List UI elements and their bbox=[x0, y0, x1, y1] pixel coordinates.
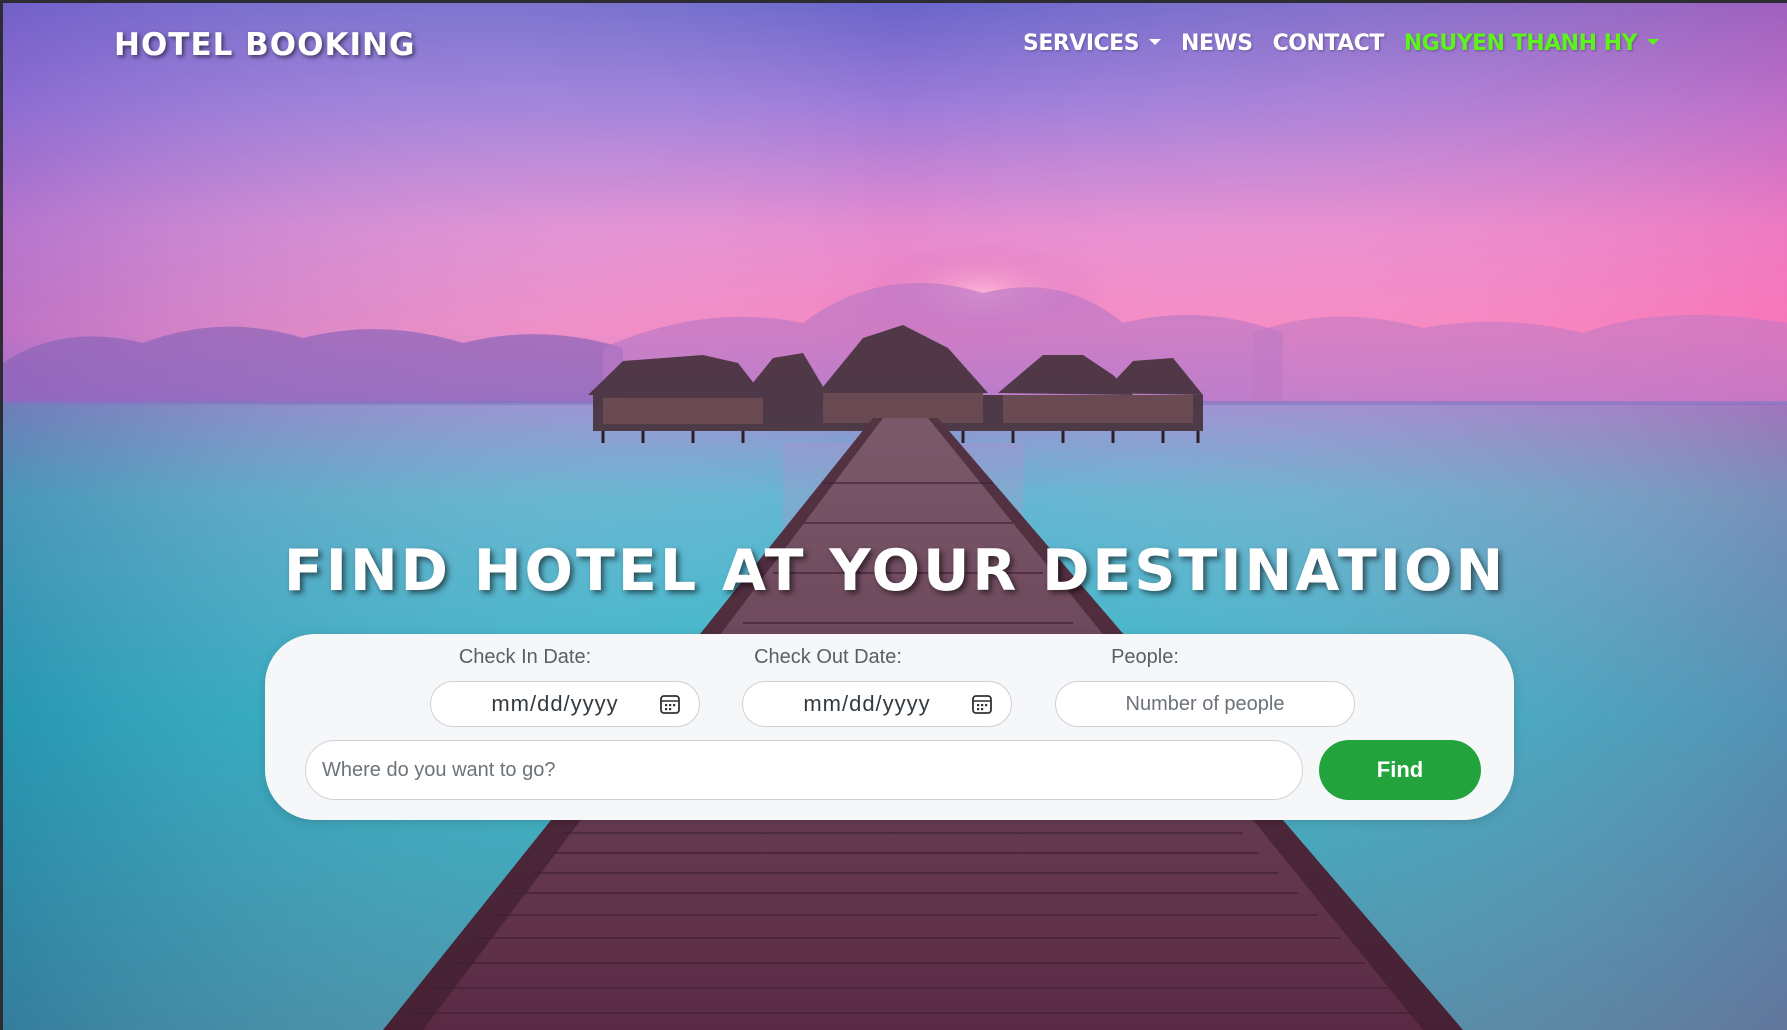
people-placeholder: Number of people bbox=[1125, 692, 1285, 715]
check-out-label: Check Out Date: bbox=[754, 646, 902, 668]
find-button[interactable]: Find bbox=[1319, 740, 1481, 800]
calendar-icon[interactable] bbox=[971, 693, 993, 715]
check-out-date-input[interactable]: mm/dd/yyyy bbox=[742, 681, 1012, 727]
nav-user-menu[interactable]: NGUYEN THANH HY bbox=[1394, 31, 1669, 56]
nav-news[interactable]: NEWS bbox=[1171, 31, 1263, 56]
chevron-down-icon bbox=[1149, 38, 1162, 45]
check-in-date-value: mm/dd/yyyy bbox=[491, 691, 619, 716]
people-input[interactable]: Number of people bbox=[1055, 681, 1355, 727]
nav-contact-label: CONTACT bbox=[1272, 31, 1385, 56]
app-window: HOTEL BOOKING SERVICES NEWS CONTACT NGUY… bbox=[3, 3, 1787, 1030]
main-nav: SERVICES NEWS CONTACT NGUYEN THANH HY bbox=[1013, 31, 1669, 56]
chevron-down-icon bbox=[1647, 38, 1659, 45]
check-out-date-value: mm/dd/yyyy bbox=[803, 691, 931, 716]
calendar-icon[interactable] bbox=[659, 693, 681, 715]
destination-placeholder: Where do you want to go? bbox=[322, 758, 556, 781]
people-label: People: bbox=[1111, 646, 1179, 668]
find-button-label: Find bbox=[1376, 757, 1424, 782]
hero-headline: FIND HOTEL AT YOUR DESTINATION bbox=[283, 538, 1507, 604]
nav-contact[interactable]: CONTACT bbox=[1263, 31, 1394, 56]
search-panel: Check In Date: Check Out Date: People: m… bbox=[265, 634, 1514, 820]
brand-logo[interactable]: HOTEL BOOKING bbox=[114, 27, 415, 63]
destination-input[interactable]: Where do you want to go? bbox=[305, 740, 1303, 800]
check-in-label: Check In Date: bbox=[458, 646, 592, 668]
nav-user-name: NGUYEN THANH HY bbox=[1403, 31, 1638, 56]
check-in-date-input[interactable]: mm/dd/yyyy bbox=[430, 681, 700, 727]
hero-section: HOTEL BOOKING SERVICES NEWS CONTACT NGUY… bbox=[3, 3, 1787, 1030]
nav-services-label: SERVICES bbox=[1023, 31, 1140, 56]
nav-news-label: NEWS bbox=[1181, 31, 1253, 56]
hero-background-image bbox=[3, 3, 1787, 1030]
nav-services[interactable]: SERVICES bbox=[1013, 31, 1171, 56]
